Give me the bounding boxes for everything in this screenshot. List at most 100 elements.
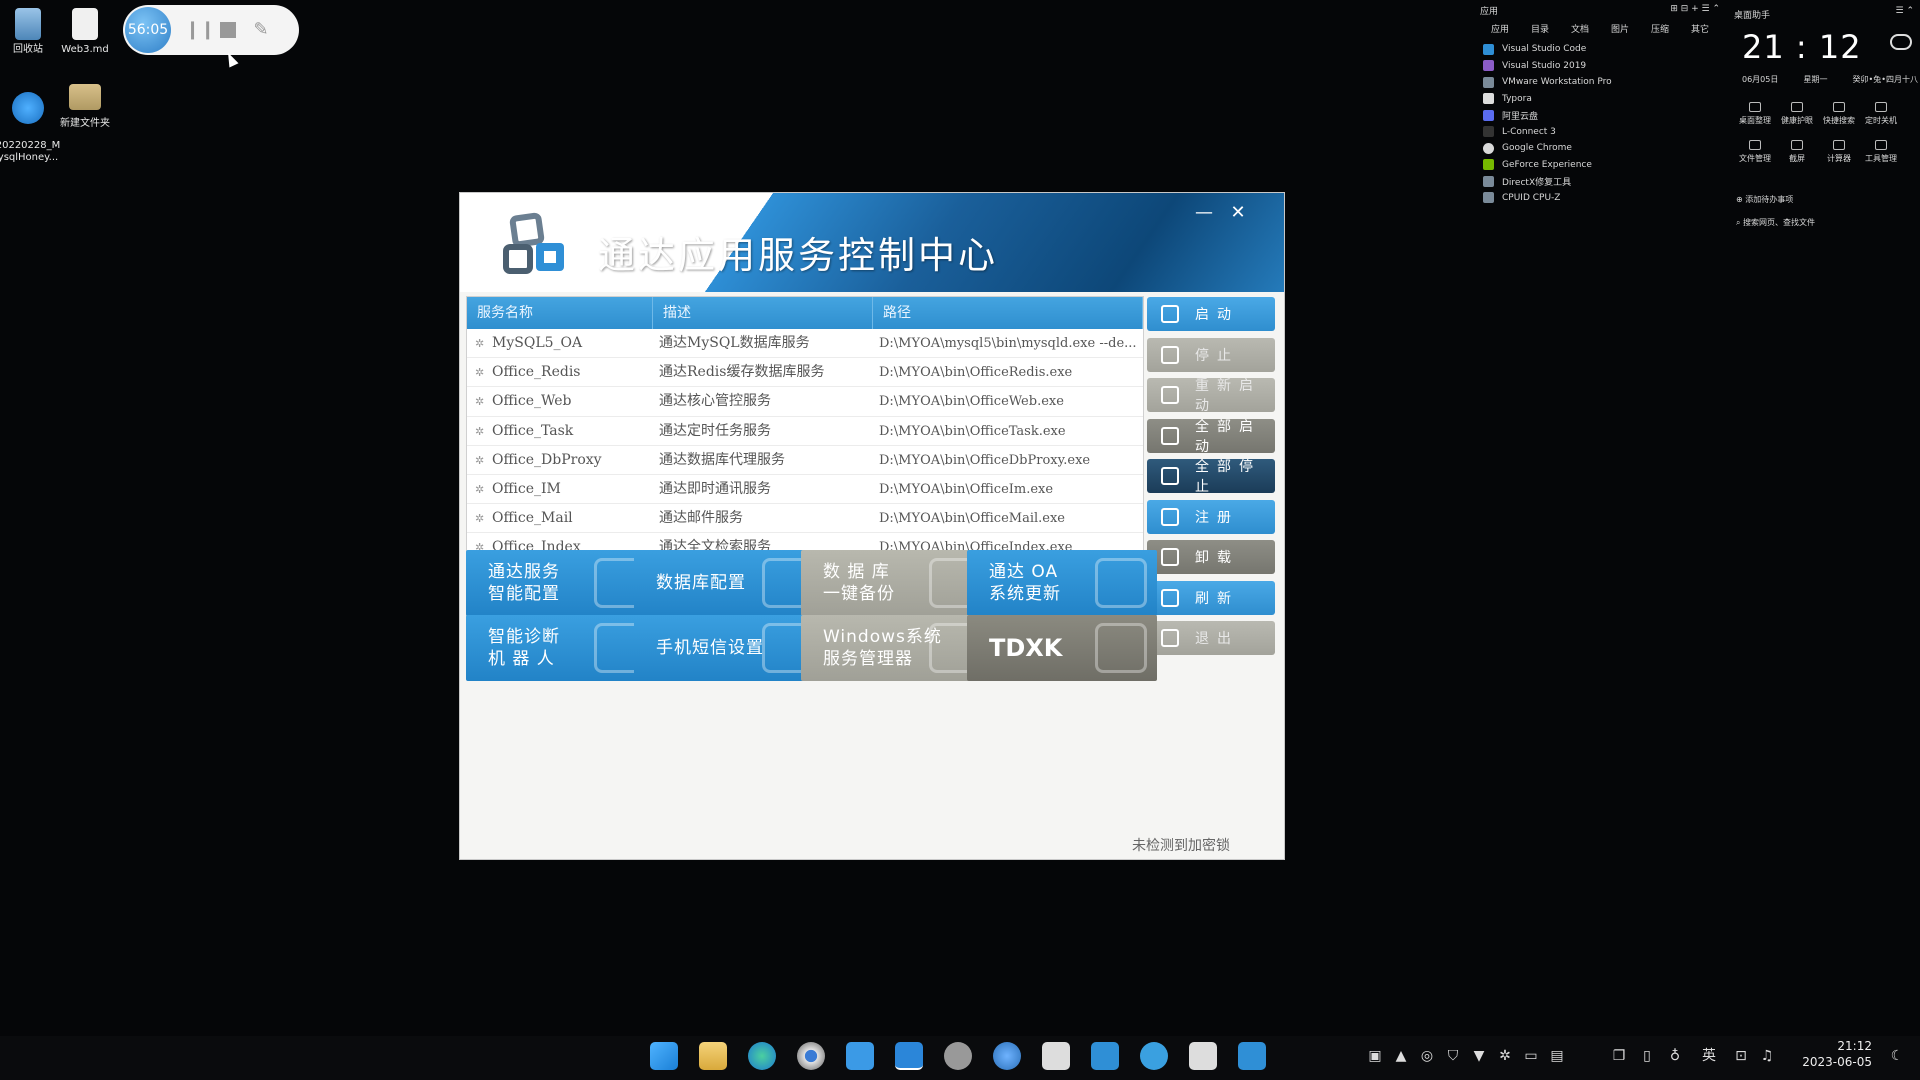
volume-icon[interactable]: ♫ bbox=[1758, 1047, 1776, 1065]
tab-apps[interactable]: 应用 bbox=[1480, 22, 1520, 35]
tile-smart-config[interactable]: 通达服务 智能配置 bbox=[466, 550, 656, 616]
pause-button[interactable]: ❙❙ bbox=[185, 20, 215, 40]
plus-icon bbox=[1875, 140, 1887, 150]
tool-desktop-organize[interactable]: 桌面整理 bbox=[1734, 102, 1776, 126]
tile-windows-services[interactable]: Windows系统 服务管理器 bbox=[801, 615, 991, 681]
store-icon[interactable] bbox=[846, 1042, 874, 1070]
app-icon-deploy[interactable] bbox=[1189, 1042, 1217, 1070]
close-button[interactable]: ✕ bbox=[1226, 201, 1250, 225]
gear-icon[interactable]: ✲ bbox=[1496, 1047, 1514, 1065]
desktop-icon-web3-md[interactable]: Web3.md bbox=[52, 8, 118, 56]
service-path-cell: D:\MYOA\bin\OfficeTask.exe bbox=[879, 423, 1066, 439]
table-row[interactable]: ✲ Office_Mail 通达邮件服务 D:\MYOA\bin\OfficeMail… bbox=[467, 504, 1143, 534]
app-icon-bird[interactable] bbox=[944, 1042, 972, 1070]
tool-file-manager[interactable]: 文件管理 bbox=[1734, 140, 1776, 164]
tab-documents[interactable]: 文档 bbox=[1560, 22, 1600, 35]
app-item[interactable]: Visual Studio 2019 bbox=[1480, 58, 1720, 75]
service-name-cell: ✲ Office_Web bbox=[467, 387, 653, 415]
column-header-description[interactable]: 描述 bbox=[653, 297, 873, 329]
edge-icon[interactable] bbox=[748, 1042, 776, 1070]
column-header-name[interactable]: 服务名称 bbox=[467, 297, 653, 329]
column-header-path[interactable]: 路径 bbox=[873, 297, 1143, 329]
side-button-play[interactable]: 启动 bbox=[1147, 297, 1275, 331]
table-row[interactable]: ✲ MySQL5_OA 通达MySQL数据库服务 D:\MYOA\mysql5\bin… bbox=[467, 329, 1143, 359]
app-item[interactable]: Google Chrome bbox=[1480, 140, 1720, 157]
apps-panel-controls[interactable]: ⊞ ⊟ + ☰ ⌃ bbox=[1670, 4, 1720, 14]
tray-icon-2[interactable]: ▲ bbox=[1392, 1047, 1410, 1065]
tongda-control-icon[interactable] bbox=[1238, 1042, 1266, 1070]
side-button-start-all[interactable]: 全部启动 bbox=[1147, 418, 1275, 455]
chrome-icon[interactable] bbox=[797, 1042, 825, 1070]
app-item[interactable]: DirectX修复工具 bbox=[1480, 173, 1720, 190]
side-button-stop-all[interactable]: 全部停止 bbox=[1147, 459, 1275, 495]
microphone-icon[interactable]: ♁ bbox=[1666, 1047, 1684, 1065]
minimize-button[interactable]: — bbox=[1192, 201, 1216, 225]
moon-icon[interactable]: ☾ bbox=[1888, 1047, 1906, 1065]
tile-db-config[interactable]: 数据库配置 bbox=[634, 550, 824, 616]
pen-button[interactable]: ✎ bbox=[251, 20, 271, 40]
network-icon[interactable]: ⊡ bbox=[1732, 1047, 1750, 1065]
start-icon[interactable] bbox=[650, 1042, 678, 1070]
stop-button[interactable] bbox=[218, 20, 238, 40]
tile-db-backup[interactable]: 数 据 库一键备份 bbox=[801, 550, 991, 616]
tab-archives[interactable]: 压缩 bbox=[1640, 22, 1680, 35]
input-language[interactable]: 英 bbox=[1700, 1047, 1718, 1065]
app-item[interactable]: 阿里云盘 bbox=[1480, 107, 1720, 124]
service-icon: ✲ bbox=[475, 395, 485, 409]
side-button-restart[interactable]: 重新启动 bbox=[1147, 378, 1275, 414]
tray-icon-7[interactable]: ▭ bbox=[1522, 1047, 1540, 1065]
taskbar-clock[interactable]: 21:12 2023-06-05 bbox=[1792, 1038, 1872, 1070]
table-row[interactable]: ✲ Office_IM 通达即时通讯服务 D:\MYOA\bin\OfficeIm.e… bbox=[467, 475, 1143, 505]
tile-tdxk[interactable]: TDXK bbox=[967, 615, 1157, 681]
side-button-register[interactable]: 注册 bbox=[1147, 499, 1275, 534]
tray-icon-3[interactable]: ◎ bbox=[1418, 1047, 1436, 1065]
add-todo[interactable]: ⊕ 添加待办事项 bbox=[1736, 194, 1793, 205]
table-row[interactable]: ✲ Office_DbProxy 通达数据库代理服务 D:\MYOA\bin\Offi… bbox=[467, 446, 1143, 475]
assistant-search[interactable]: ⌕ 搜索网页、查找文件 bbox=[1736, 217, 1815, 228]
app-item[interactable]: Typora bbox=[1480, 91, 1720, 108]
side-button-uninstall[interactable]: 卸载 bbox=[1147, 540, 1275, 574]
tray-icon-5[interactable]: ▼ bbox=[1470, 1047, 1488, 1065]
tab-directory[interactable]: 目录 bbox=[1520, 22, 1560, 35]
usb-icon[interactable]: ▯ bbox=[1638, 1047, 1656, 1065]
tile-label-line2: 服务管理器 bbox=[823, 649, 913, 669]
app-item[interactable]: Visual Studio Code bbox=[1480, 41, 1720, 58]
tile-sms-settings[interactable]: 手机短信设置 bbox=[634, 615, 824, 681]
tool-screenshot[interactable]: 截屏 bbox=[1776, 140, 1818, 164]
side-button-exit[interactable]: 退出 bbox=[1147, 621, 1275, 655]
shield-icon[interactable]: ⛉ bbox=[1444, 1047, 1462, 1065]
app-item[interactable]: CPUID CPU-Z bbox=[1480, 190, 1720, 207]
service-path-cell: D:\MYOA\bin\OfficeIm.exe bbox=[879, 481, 1054, 497]
app-item[interactable]: GeForce Experience bbox=[1480, 157, 1720, 174]
tile-oa-update[interactable]: 通达 OA 系统更新 bbox=[967, 550, 1157, 616]
table-row[interactable]: ✲ Office_Web 通达核心管控服务 D:\MYOA\bin\OfficeWeb… bbox=[467, 387, 1143, 417]
tab-other[interactable]: 其它 bbox=[1680, 22, 1720, 35]
tray-icon-1[interactable]: ▣ bbox=[1366, 1047, 1384, 1065]
tool-manager[interactable]: 工具管理 bbox=[1860, 140, 1902, 164]
app-item[interactable]: VMware Workstation Pro bbox=[1480, 74, 1720, 91]
side-button-stop[interactable]: 停止 bbox=[1147, 337, 1275, 372]
tool-scheduled-shutdown[interactable]: 定时关机 bbox=[1860, 102, 1902, 126]
app-icon-settings[interactable] bbox=[1140, 1042, 1168, 1070]
side-button-refresh[interactable]: 刷新 bbox=[1147, 580, 1275, 615]
app-icon-tool[interactable] bbox=[1042, 1042, 1070, 1070]
assistant-menu-icon[interactable]: ☰ ⌃ bbox=[1896, 6, 1914, 16]
copy-icon[interactable]: ❐ bbox=[1610, 1047, 1628, 1065]
vmware-icon bbox=[1483, 76, 1494, 88]
table-row[interactable]: ✲ Office_Redis 通达Redis缓存数据库服务 D:\MYOA\bin\O… bbox=[467, 358, 1143, 388]
tool-quick-search[interactable]: 快捷搜索 bbox=[1818, 102, 1860, 126]
desktop-icon-new-folder[interactable]: 新建文件夹 bbox=[52, 80, 118, 130]
tool-calculator[interactable]: 计算器 bbox=[1818, 140, 1860, 164]
tile-diagnosis-robot[interactable]: 智能诊断机 器 人 bbox=[466, 615, 656, 681]
file-explorer-icon[interactable] bbox=[699, 1042, 727, 1070]
tool-eye-care[interactable]: 健康护眼 bbox=[1776, 102, 1818, 126]
tab-images[interactable]: 图片 bbox=[1600, 22, 1640, 35]
app-icon-globe[interactable] bbox=[993, 1042, 1021, 1070]
app-item[interactable]: L-Connect 3 bbox=[1480, 124, 1720, 141]
app-icon-window[interactable] bbox=[1091, 1042, 1119, 1070]
table-row[interactable]: ✲ Office_Task 通达定时任务服务 D:\MYOA\bin\OfficeTa… bbox=[467, 417, 1143, 446]
photos-icon[interactable] bbox=[895, 1042, 923, 1070]
apps-panel: 应用 ⊞ ⊟ + ☰ ⌃ 应用 目录 文档 图片 压缩 其它 Visual St… bbox=[1480, 4, 1720, 214]
lock-status-text: 未检测到加密锁 bbox=[1132, 838, 1230, 854]
display-icon[interactable]: ▤ bbox=[1548, 1047, 1566, 1065]
